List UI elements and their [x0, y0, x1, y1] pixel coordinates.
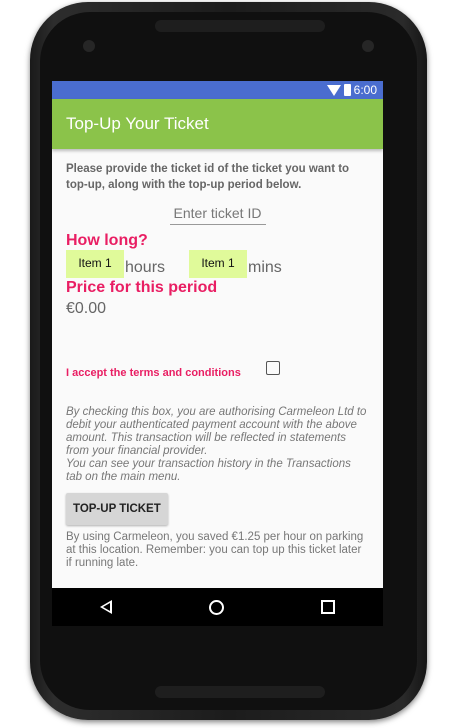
terms-row: I accept the terms and conditions [66, 361, 369, 385]
disclaimer-line: By checking this box, you are authorisin… [66, 406, 367, 457]
hours-spinner[interactable]: Item 1 [66, 250, 124, 278]
instructions-text: Please provide the ticket id of the tick… [66, 163, 350, 191]
hours-label: hours [125, 259, 166, 276]
disclaimer-text: By checking this box, you are authorisin… [66, 406, 369, 484]
status-time: 6:00 [353, 83, 377, 97]
app-bar: Top-Up Your Ticket [52, 99, 383, 149]
app-bar-title: Top-Up Your Ticket [66, 114, 209, 133]
terms-checkbox[interactable] [266, 361, 280, 375]
disclaimer-line: You can see your transaction history in … [66, 458, 351, 483]
price-value: €0.00 [66, 300, 107, 317]
bottom-speaker [155, 686, 325, 698]
period-row: Item 1 hours Item 1 mins [66, 250, 369, 278]
home-icon[interactable] [208, 599, 224, 615]
topup-ticket-button[interactable]: TOP-UP TICKET [66, 493, 168, 525]
sensor-icon [362, 40, 374, 52]
mins-label: mins [248, 259, 282, 276]
mins-spinner[interactable]: Item 1 [189, 250, 247, 278]
back-icon[interactable] [100, 600, 113, 614]
battery-icon [343, 84, 351, 96]
status-bar: 6:00 [52, 81, 383, 99]
top-speaker [155, 20, 325, 32]
terms-label: I accept the terms and conditions [66, 367, 241, 379]
savings-note: By using Carmeleon, you saved €1.25 per … [66, 531, 364, 569]
wifi-icon [326, 84, 341, 96]
status-icons: 6:00 [326, 83, 377, 97]
price-heading: Price for this period [66, 279, 218, 296]
recents-icon[interactable] [320, 600, 335, 614]
phone-screen: 6:00 Top-Up Your Ticket Please provide t… [52, 81, 383, 626]
topup-form: Please provide the ticket id of the tick… [52, 149, 383, 570]
ticket-id-input[interactable] [169, 203, 266, 225]
how-long-heading: How long? [66, 232, 148, 249]
camera-icon [83, 40, 95, 52]
navigation-bar [52, 588, 383, 626]
